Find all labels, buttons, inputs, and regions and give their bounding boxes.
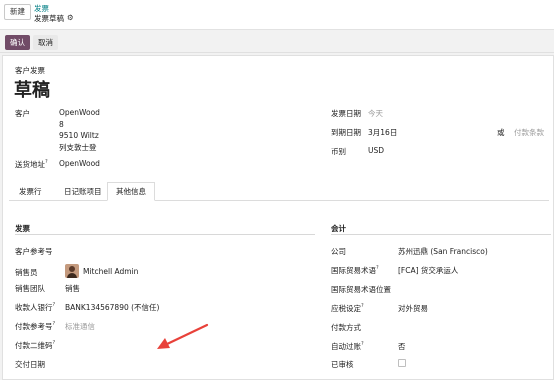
avatar bbox=[65, 264, 79, 278]
customer-address-line: 8 bbox=[59, 120, 64, 129]
sales-team-field[interactable]: 销售 bbox=[65, 283, 80, 294]
due-date-field[interactable]: 3月16日 bbox=[368, 127, 397, 138]
section-divider bbox=[15, 234, 315, 235]
tab-invoice-lines[interactable]: 发票行 bbox=[10, 182, 51, 201]
payment-method-label: 付款方式 bbox=[331, 323, 361, 332]
delivery-date-label: 交付日期 bbox=[15, 360, 45, 369]
customer-reference-label: 客户参考号 bbox=[15, 247, 53, 256]
gear-icon[interactable]: ⚙ bbox=[67, 13, 74, 22]
invoice-form-sheet: 客户发票 草稿 客户 OpenWood 8 9510 Wiltz 列支敦士登 送… bbox=[2, 55, 554, 380]
customer-field[interactable]: OpenWood bbox=[59, 108, 100, 117]
sales-team-label: 销售团队 bbox=[15, 284, 45, 293]
breadcrumb-current: 发票草稿 bbox=[34, 14, 64, 23]
annotation-arrow-icon bbox=[157, 323, 209, 349]
payment-qr-code-label: 付款二维码? bbox=[15, 340, 56, 350]
incoterm-label: 国际贸易术语? bbox=[331, 265, 379, 275]
invoice-date-label: 发票日期 bbox=[331, 109, 361, 118]
or-label: 或 bbox=[497, 128, 505, 137]
fiscal-position-field[interactable]: 对外贸易 bbox=[398, 303, 428, 314]
customer-address-line: 9510 Wiltz bbox=[59, 131, 99, 140]
company-field[interactable]: 苏州迅鼎 (San Francisco) bbox=[398, 246, 488, 257]
cancel-button[interactable]: 取消 bbox=[33, 35, 58, 50]
incoterm-location-label: 国际贸易术语位置 bbox=[331, 285, 391, 294]
due-date-label: 到期日期 bbox=[331, 128, 361, 137]
payment-reference-label: 付款参考号? bbox=[15, 321, 56, 331]
customer-label: 客户 bbox=[15, 109, 30, 118]
section-divider bbox=[331, 234, 551, 235]
auto-post-field[interactable]: 否 bbox=[398, 341, 406, 352]
currency-field[interactable]: USD bbox=[368, 146, 384, 155]
recipient-bank-field[interactable]: BANK134567890 (不信任) bbox=[65, 302, 160, 313]
incoterm-field[interactable]: [FCA] 货交承运人 bbox=[398, 265, 458, 276]
payment-reference-field[interactable]: 标准通信 bbox=[65, 321, 95, 332]
invoice-section-title: 发票 bbox=[15, 224, 30, 233]
salesperson-field[interactable]: Mitchell Admin bbox=[83, 267, 138, 276]
accounting-section-title: 会计 bbox=[331, 224, 346, 233]
customer-address-line: 列支敦士登 bbox=[59, 143, 97, 152]
delivery-address-field[interactable]: OpenWood bbox=[59, 159, 100, 168]
checked-label: 已审核 bbox=[331, 360, 354, 369]
fiscal-position-label: 应税设定? bbox=[331, 303, 364, 313]
confirm-button[interactable]: 确认 bbox=[5, 35, 30, 50]
delivery-address-label: 送货地址? bbox=[15, 159, 48, 169]
invoice-date-field[interactable]: 今天 bbox=[368, 108, 383, 119]
payment-terms-field[interactable]: 付款条款 bbox=[514, 127, 544, 138]
recipient-bank-label: 收款人银行? bbox=[15, 302, 56, 312]
new-button[interactable]: 新建 bbox=[4, 4, 31, 20]
salesperson-label: 销售员 bbox=[15, 268, 38, 277]
tab-other-info[interactable]: 其他信息 bbox=[107, 182, 155, 201]
company-label: 公司 bbox=[331, 247, 346, 256]
tab-journal-items[interactable]: 日记账项目 bbox=[55, 182, 111, 201]
auto-post-label: 自动过账? bbox=[331, 341, 364, 351]
document-type-label: 客户发票 bbox=[15, 66, 45, 75]
page-title: 草稿 bbox=[14, 80, 50, 101]
action-bar: 确认 取消 bbox=[0, 31, 554, 53]
checked-checkbox[interactable] bbox=[398, 359, 406, 367]
control-panel-top: 新建 发票 发票草稿 ⚙ bbox=[0, 0, 554, 30]
currency-label: 币别 bbox=[331, 147, 346, 156]
